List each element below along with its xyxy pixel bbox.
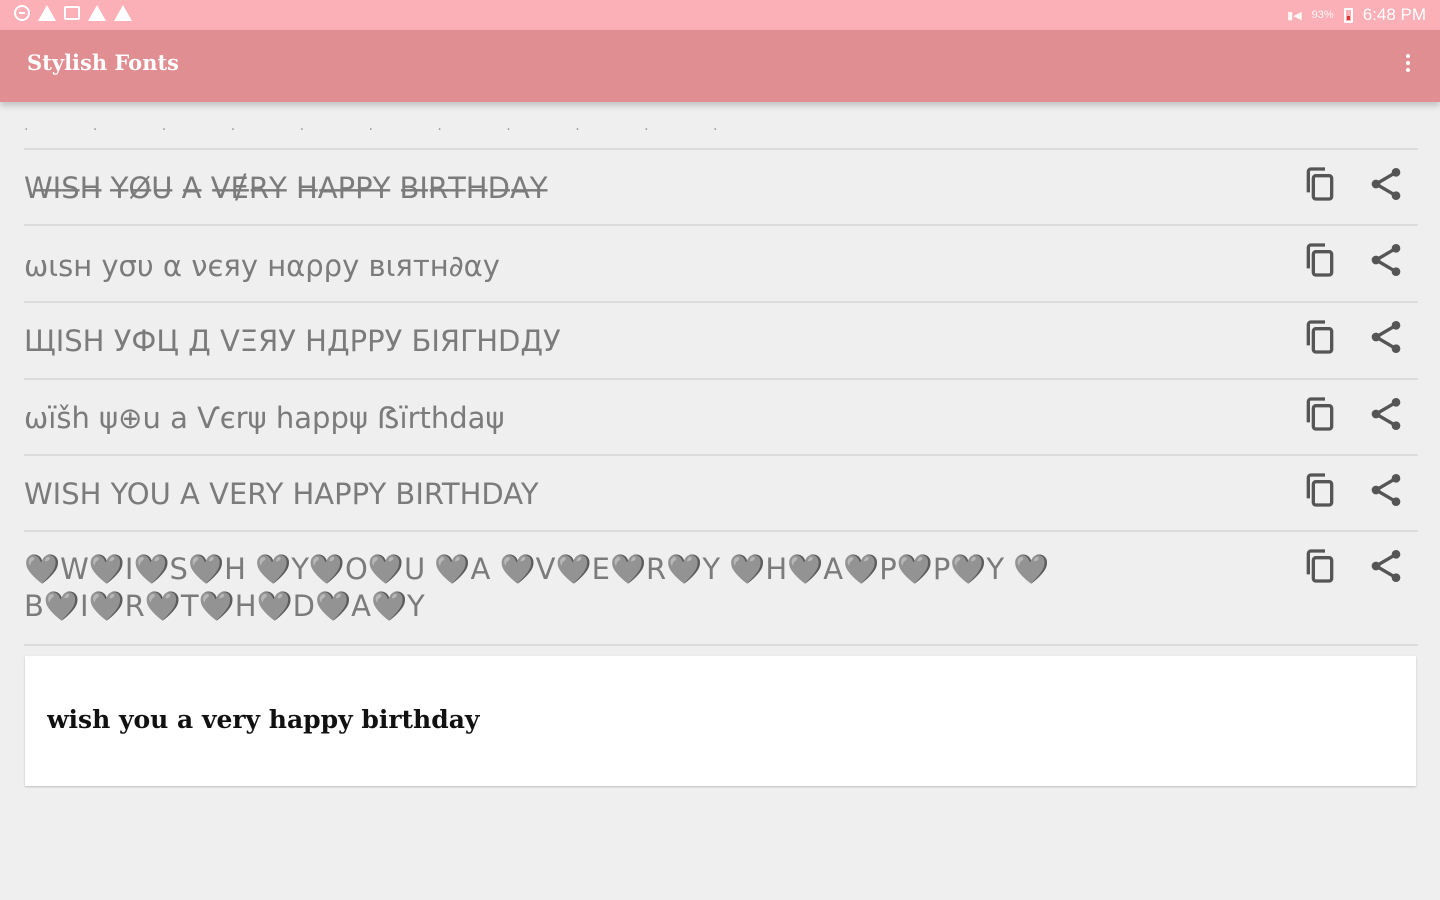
system-status: ▮◀ 93% 6:48 PM	[1287, 5, 1426, 25]
more-vert-icon[interactable]	[1402, 54, 1414, 78]
app-bar: Stylish Fonts	[0, 30, 1440, 102]
app-title: Stylish Fonts	[27, 50, 179, 75]
text-input[interactable]	[45, 704, 1389, 735]
list-item: W̶I̶S̶H̶ Y̶Ø̶U̶ A̶ V̶Ɇ̶R̶Y̶ H̶A̶P̶P̶Y̶ B…	[24, 150, 1418, 226]
styled-text[interactable]: WISH YOU A VERY HAPPY BIRTHDAY	[24, 476, 1254, 513]
battery-percent: 93%	[1311, 9, 1334, 21]
list-item: ωιѕн уσυ α νєяу нαρρу вιятн∂αу	[24, 226, 1418, 303]
copy-icon[interactable]	[1300, 470, 1340, 510]
share-icon[interactable]	[1366, 394, 1406, 434]
copy-icon[interactable]	[1300, 240, 1340, 280]
styled-text[interactable]: W̶I̶S̶H̶ Y̶Ø̶U̶ A̶ V̶Ɇ̶R̶Y̶ H̶A̶P̶P̶Y̶ B…	[24, 170, 1254, 207]
list-item: ωïšh ψ⊕u a Ѵєrψ happψ ẞïrthdaψ	[24, 380, 1418, 456]
styled-text[interactable]: ЩISH УФЦ Д VΞЯУ HДPPУ БIЯΓHDДУ	[24, 323, 1254, 360]
list-item: ЩISH УФЦ Д VΞЯУ HДPPУ БIЯΓHDДУ	[24, 303, 1418, 380]
status-bar: ▮◀ 93% 6:48 PM	[0, 0, 1440, 30]
text-input-card	[25, 656, 1416, 786]
copy-icon[interactable]	[1300, 164, 1340, 204]
copy-icon[interactable]	[1300, 394, 1340, 434]
list-item: WISH YOU A VERY HAPPY BIRTHDAY	[24, 456, 1418, 532]
warning-icon	[114, 5, 132, 21]
signal-icon: ▮◀	[1287, 9, 1302, 22]
share-icon[interactable]	[1366, 317, 1406, 357]
share-icon[interactable]	[1366, 164, 1406, 204]
share-icon[interactable]	[1366, 240, 1406, 280]
styled-text[interactable]: ωïšh ψ⊕u a Ѵєrψ happψ ẞïrthdaψ	[24, 400, 1254, 437]
battery-icon	[1343, 7, 1353, 23]
mail-icon	[64, 6, 80, 20]
copy-icon[interactable]	[1300, 546, 1340, 586]
clock: 6:48 PM	[1362, 5, 1426, 24]
list-item: · · · · · · · · · · ·	[24, 116, 1418, 150]
share-icon[interactable]	[1366, 470, 1406, 510]
partial-row-text: · · · · · · · · · · ·	[24, 122, 748, 138]
share-icon[interactable]	[1366, 546, 1406, 586]
minus-circle-icon	[14, 5, 30, 21]
warning-icon	[38, 5, 56, 21]
styled-text[interactable]: ωιѕн уσυ α νєяу нαρρу вιятн∂αу	[24, 248, 1254, 285]
warning-icon	[88, 5, 106, 21]
styled-text[interactable]: 🩶W🩶I🩶S🩶H 🩶Y🩶O🩶U 🩶A 🩶V🩶E🩶R🩶Y 🩶H🩶A🩶P🩶P🩶Y 🩶…	[24, 551, 1064, 625]
list-item: 🩶W🩶I🩶S🩶H 🩶Y🩶O🩶U 🩶A 🩶V🩶E🩶R🩶Y 🩶H🩶A🩶P🩶P🩶Y 🩶…	[24, 532, 1418, 646]
notification-icons	[14, 5, 132, 21]
copy-icon[interactable]	[1300, 317, 1340, 357]
